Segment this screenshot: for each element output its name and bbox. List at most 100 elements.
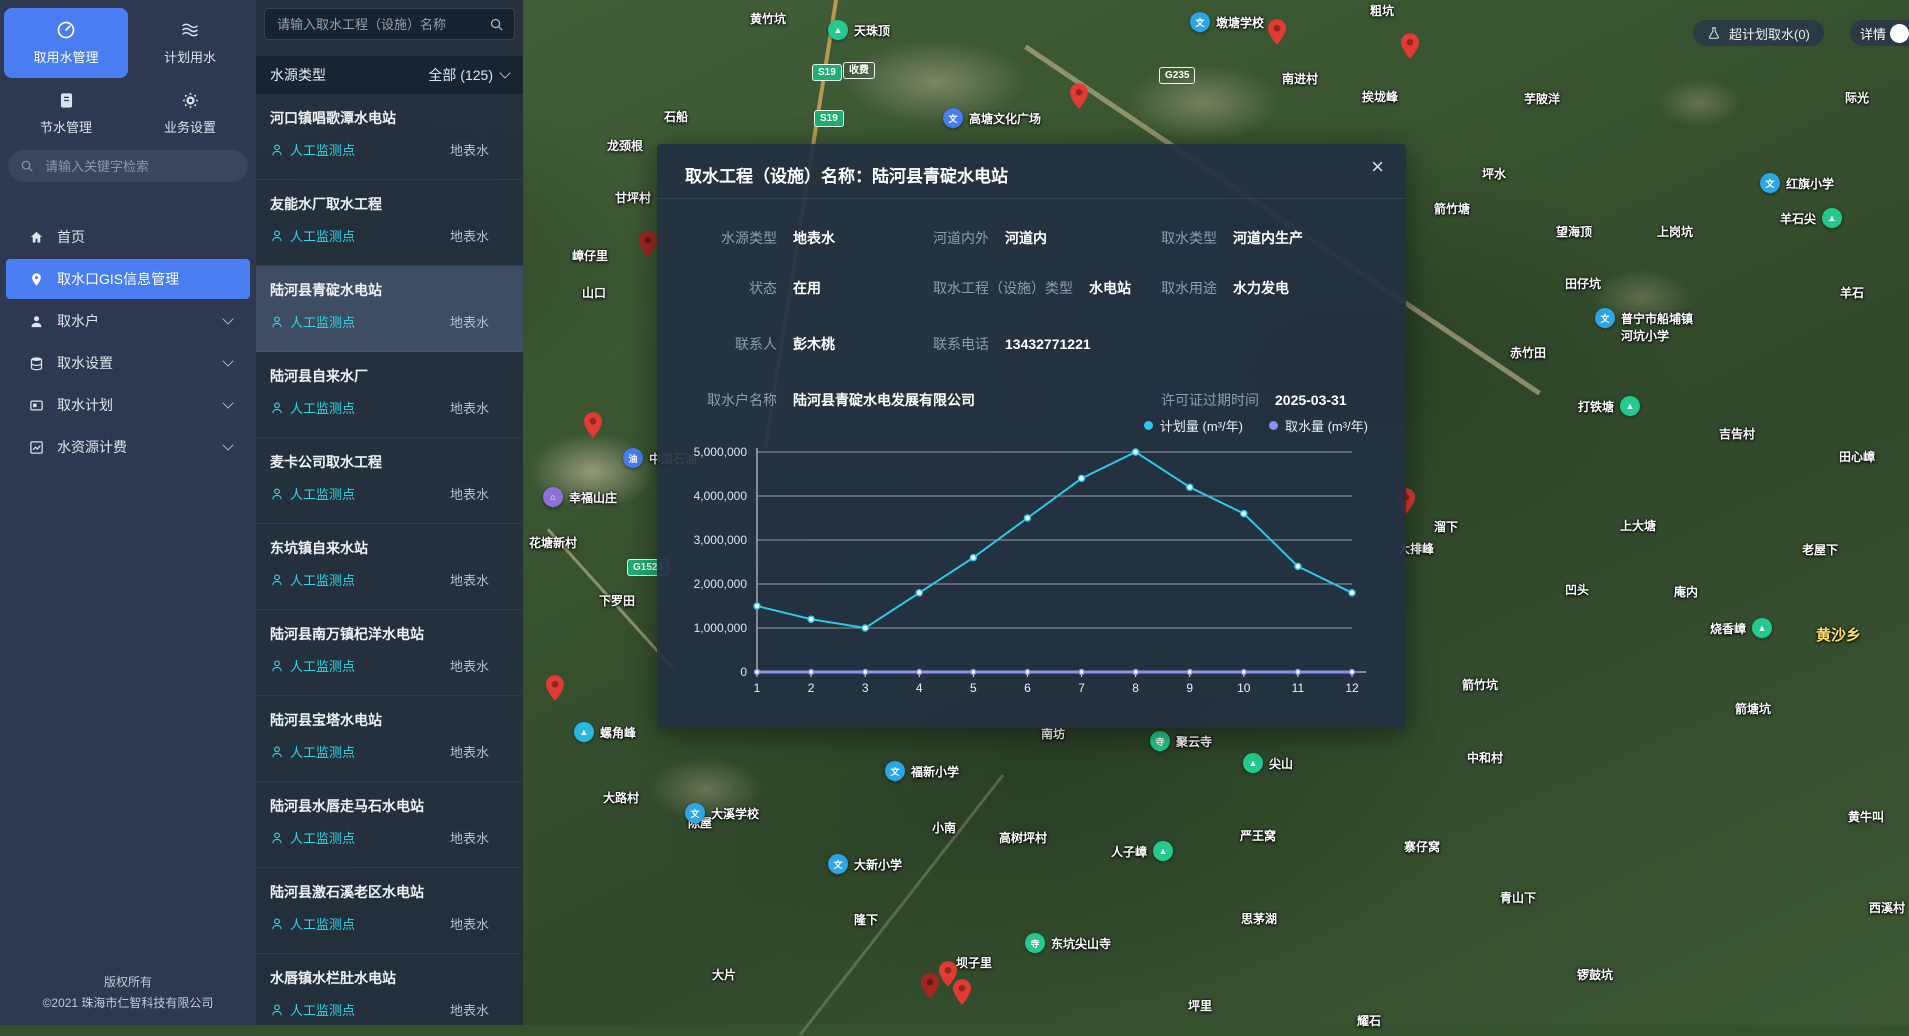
sidebar-item-1[interactable]: 首页 (6, 217, 250, 257)
station-pin[interactable] (546, 675, 564, 706)
map-label: 溜下 (1434, 520, 1458, 535)
map-poi-school-marker: 文福新小学 (885, 761, 905, 781)
station-meta: 人工监测点地表水 (270, 570, 509, 589)
map-poi-label: 墩塘学校 (1216, 14, 1264, 31)
svg-text:5,000,000: 5,000,000 (694, 445, 748, 459)
station-pin[interactable] (1070, 83, 1088, 114)
field-label: 状态 (685, 278, 777, 298)
map-label: 坪里 (1188, 999, 1212, 1014)
map-poi-school-marker: 文墩塘学校 (1190, 12, 1210, 32)
station-list-item[interactable]: 河口镇唱歌潭水电站人工监测点地表水 (256, 94, 523, 180)
map-label: 南进村 (1282, 72, 1318, 87)
sidebar-item-2[interactable]: 取水口GIS信息管理 (6, 259, 250, 299)
module-tile-4[interactable]: 业务设置 (128, 78, 252, 148)
over-plan-water-badge[interactable]: 超计划取水(0) (1693, 20, 1824, 46)
station-name: 河口镇唱歌潭水电站 (270, 108, 509, 128)
filter-dropdown[interactable]: 全部 (125) (428, 65, 509, 85)
map-poi-mountain-marker: ▲人子嶂 (1153, 841, 1173, 861)
map-poi-label: 红旗小学 (1786, 175, 1834, 192)
map-poi-school-marker: 文红旗小学 (1760, 173, 1780, 193)
map-label: 嶂仔里 (572, 249, 608, 264)
search-icon[interactable] (489, 17, 504, 32)
module-tile-1[interactable]: 取用水管理 (4, 8, 128, 78)
sidebar-search[interactable] (8, 150, 248, 182)
sidebar-item-5[interactable]: 取水计划 (6, 385, 250, 425)
svg-text:7: 7 (1078, 681, 1085, 695)
detail-toggle[interactable]: 详情 (1850, 20, 1909, 46)
field-label: 取水工程（设施）类型 (933, 278, 1073, 298)
map-poi-label: 幸福山庄 (569, 489, 617, 506)
card-icon (28, 397, 44, 413)
sidebar-item-label: 取水口GIS信息管理 (57, 269, 232, 289)
module-tile-2[interactable]: 计划用水 (128, 8, 252, 78)
station-pin[interactable] (639, 231, 657, 262)
chevron-down-icon (222, 355, 233, 366)
monitor-label: 人工监测点 (290, 828, 355, 847)
map-poi-plaza-marker: 文高塘文化广场 (943, 108, 963, 128)
field-label: 取水户名称 (685, 390, 777, 410)
field-label: 取水用途 (1161, 278, 1217, 298)
station-list-item[interactable]: 陆河县激石溪老区水电站人工监测点地表水 (256, 868, 523, 954)
detail-label: 详情 (1860, 24, 1886, 43)
map-label: 大片 (712, 968, 736, 983)
sidebar-search-input[interactable] (43, 158, 236, 175)
map-label: 黄竹坑 (750, 12, 786, 27)
map-poi-school-marker: 文大溪学校 (685, 803, 705, 823)
station-pin[interactable] (921, 973, 939, 1004)
station-list-item[interactable]: 东坑镇自来水站人工监测点地表水 (256, 524, 523, 610)
chevron-down-icon (222, 439, 233, 450)
station-list-item[interactable]: 友能水厂取水工程人工监测点地表水 (256, 180, 523, 266)
station-list-item[interactable]: 陆河县南万镇杞洋水电站人工监测点地表水 (256, 610, 523, 696)
sidebar-item-4[interactable]: 取水设置 (6, 343, 250, 383)
gear-icon (180, 90, 200, 110)
water-source-type: 地表水 (450, 656, 509, 675)
station-name: 陆河县宝塔水电站 (270, 710, 509, 730)
close-icon[interactable]: × (1371, 156, 1384, 178)
field-联系人: 联系人彭木桃 (685, 334, 835, 354)
map-poi-label: 羊石尖 (1780, 210, 1816, 227)
map-label: 吉告村 (1719, 427, 1755, 442)
field-value: 2025-03-31 (1275, 392, 1347, 408)
station-search[interactable] (264, 8, 515, 40)
station-list-item[interactable]: 麦卡公司取水工程人工监测点地表水 (256, 438, 523, 524)
map-label: 大路村 (603, 791, 639, 806)
station-detail-modal: 取水工程（设施）名称：陆河县青碇水电站 × 水源类型地表水河道内外河道内取水类型… (657, 144, 1406, 728)
station-name: 麦卡公司取水工程 (270, 452, 509, 472)
station-meta: 人工监测点地表水 (270, 312, 509, 331)
station-list-item[interactable]: 陆河县水唇走马石水电站人工监测点地表水 (256, 782, 523, 868)
field-value: 13432771221 (1005, 336, 1091, 352)
toggle-knob[interactable] (1890, 24, 1909, 43)
svg-text:12: 12 (1345, 681, 1359, 695)
gauge-icon (56, 20, 76, 40)
station-pin[interactable] (584, 412, 602, 443)
monitor-type: 人工监测点 (270, 140, 355, 159)
station-pin[interactable] (953, 979, 971, 1010)
modal-title: 取水工程（设施）名称：陆河县青碇水电站 (685, 162, 1008, 187)
station-list-item[interactable]: 陆河县宝塔水电站人工监测点地表水 (256, 696, 523, 782)
sidebar-item-3[interactable]: 取水户 (6, 301, 250, 341)
map-poi-label: 打铁塘 (1578, 398, 1614, 415)
station-pin[interactable] (1401, 33, 1419, 64)
map-poi-temple-marker: 寺东坑尖山寺 (1025, 933, 1045, 953)
sidebar-item-6[interactable]: 水资源计费 (6, 427, 250, 467)
monitor-label: 人工监测点 (290, 398, 355, 417)
map-label: 凹头 (1565, 583, 1589, 598)
legend-item: 取水量 (m³/年) (1269, 416, 1368, 435)
station-pin[interactable] (1268, 19, 1286, 50)
station-list-item[interactable]: 陆河县自来水厂人工监测点地表水 (256, 352, 523, 438)
station-name: 陆河县南万镇杞洋水电站 (270, 624, 509, 644)
station-list-item[interactable]: 陆河县青碇水电站人工监测点地表水 (256, 266, 523, 352)
map-label: 龙颈根 (607, 139, 643, 154)
station-search-input[interactable] (275, 16, 489, 33)
map-label: 羊石 (1840, 286, 1864, 301)
user-icon (28, 313, 44, 329)
module-tile-3[interactable]: 节水管理 (4, 78, 128, 148)
map-poi-label: 人子嶂 (1111, 843, 1147, 860)
svg-text:2: 2 (808, 681, 815, 695)
search-icon (20, 159, 34, 173)
person-icon (270, 831, 284, 845)
map-label: 老屋下 (1802, 543, 1838, 558)
station-meta: 人工监测点地表水 (270, 828, 509, 847)
station-list-item[interactable]: 水唇镇水栏肚水电站人工监测点地表水 (256, 954, 523, 1025)
svg-text:2,000,000: 2,000,000 (694, 577, 748, 591)
